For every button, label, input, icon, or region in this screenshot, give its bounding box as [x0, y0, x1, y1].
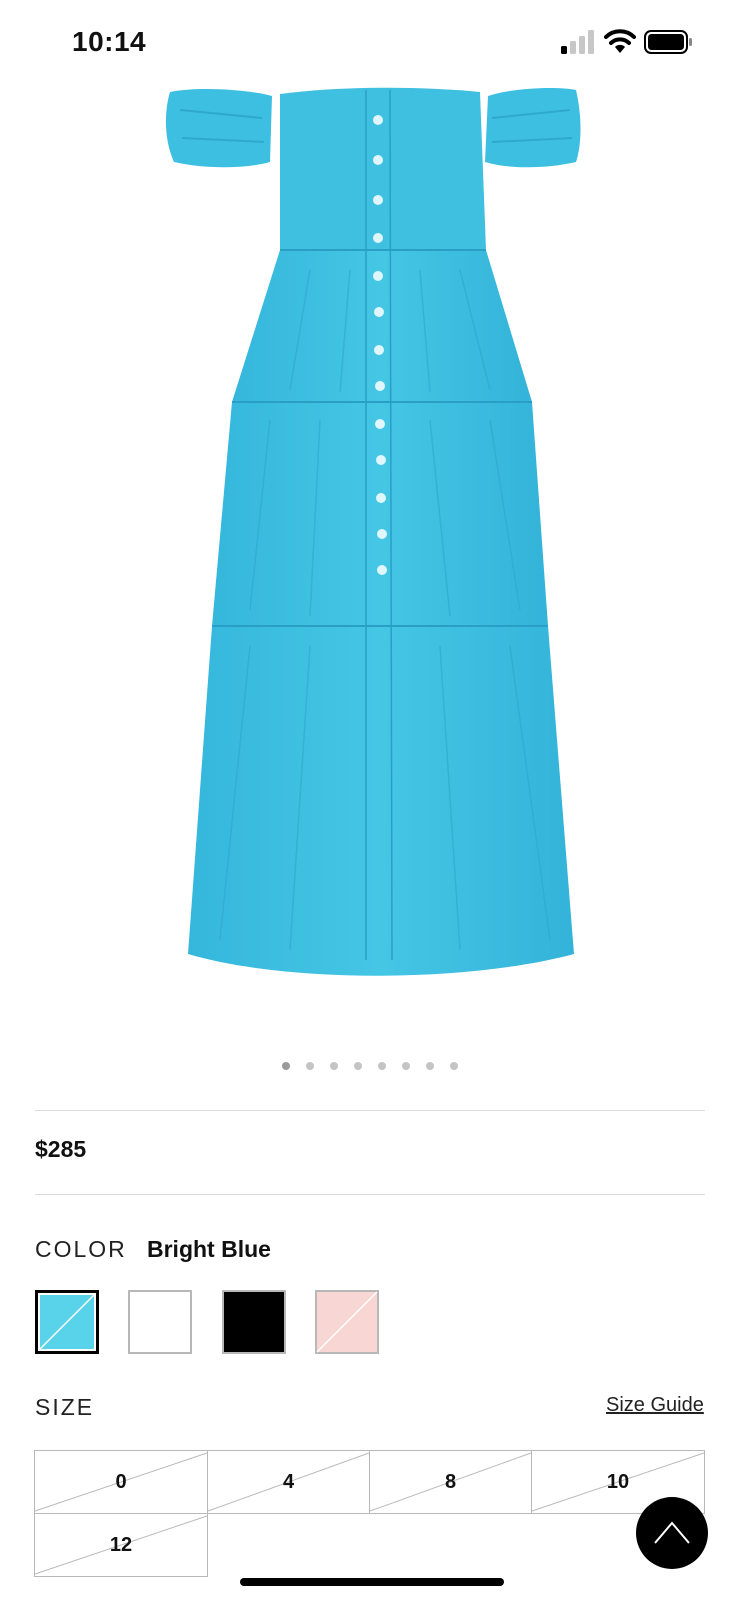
wifi-icon [604, 29, 636, 53]
size-option-label: 10 [606, 1471, 630, 1493]
size-guide-link[interactable]: Size Guide [606, 1394, 704, 1417]
carousel-dot[interactable] [282, 1062, 290, 1070]
divider [35, 1110, 705, 1111]
size-option-label: 8 [444, 1471, 457, 1493]
price: $285 [35, 1136, 87, 1162]
chevron-up-icon [654, 1521, 690, 1544]
color-swatch-white[interactable] [128, 1290, 192, 1354]
selected-color: Bright Blue [147, 1236, 271, 1262]
size-label: SIZE [35, 1394, 95, 1420]
cellular-signal-icon [561, 30, 594, 54]
status-bar: 10:14 [0, 0, 740, 86]
carousel-dots[interactable] [0, 1060, 740, 1072]
swatch-bright-blue [35, 1290, 99, 1354]
color-label: COLOR [35, 1236, 127, 1262]
product-image[interactable] [140, 80, 610, 1010]
carousel-dot[interactable] [426, 1062, 434, 1070]
status-time: 10:14 [72, 26, 147, 57]
battery-icon [644, 30, 692, 54]
carousel-dot[interactable] [402, 1062, 410, 1070]
color-swatch-black[interactable] [222, 1290, 286, 1354]
size-option-12[interactable]: 12 [34, 1513, 208, 1577]
scroll-to-top-button[interactable] [636, 1497, 708, 1569]
size-option-label: 12 [109, 1534, 133, 1556]
swatch-white [128, 1290, 192, 1354]
carousel-dot[interactable] [330, 1062, 338, 1070]
carousel-dot[interactable] [306, 1062, 314, 1070]
size-option-label: 4 [282, 1471, 295, 1493]
size-option-8[interactable]: 8 [369, 1450, 532, 1514]
size-option-label: 0 [115, 1471, 127, 1493]
carousel-dot[interactable] [354, 1062, 362, 1070]
divider [35, 1194, 705, 1195]
color-swatch-bright-blue[interactable] [35, 1290, 99, 1354]
color-swatch-pink[interactable] [315, 1290, 379, 1354]
size-option-4[interactable]: 4 [207, 1450, 370, 1514]
size-option-0[interactable]: 0 [34, 1450, 208, 1514]
carousel-dot[interactable] [378, 1062, 386, 1070]
home-indicator[interactable] [240, 1578, 504, 1586]
swatch-pink [315, 1290, 379, 1354]
swatch-black [222, 1290, 286, 1354]
carousel-dot[interactable] [450, 1062, 458, 1070]
